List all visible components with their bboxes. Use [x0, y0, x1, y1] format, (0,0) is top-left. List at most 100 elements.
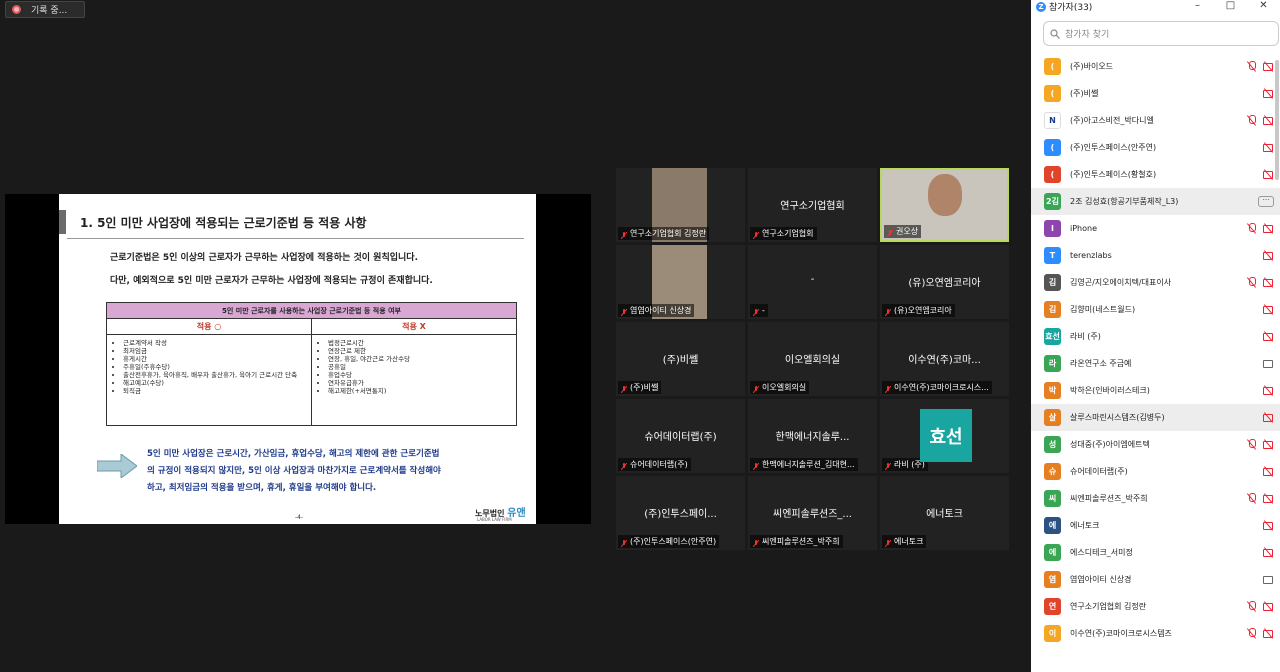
video-off-icon[interactable]: [1263, 277, 1274, 288]
video-tile[interactable]: 이수연(주)코마... 이수연(주)코마이크로시스...: [880, 322, 1009, 396]
meeting-stage: 기록 중... 1. 5인 미만 사업장에 적용되는 근로기준법 등 적용 사항…: [0, 0, 1031, 672]
close-button[interactable]: ✕: [1247, 0, 1280, 13]
tile-name-label: 염염아이티 신상경: [618, 304, 695, 317]
mic-muted-icon[interactable]: [1246, 61, 1257, 72]
mic-muted-icon: [620, 461, 628, 471]
video-off-icon[interactable]: [1263, 223, 1274, 234]
participant-row[interactable]: 효선 라비 (주): [1031, 323, 1280, 350]
participant-row[interactable]: 박 박하은(인바이러스테크): [1031, 377, 1280, 404]
mic-muted-icon[interactable]: [1246, 493, 1257, 504]
participant-avatar: 에: [1044, 544, 1061, 561]
participant-row[interactable]: Tterenzlabs: [1031, 242, 1280, 269]
video-off-icon[interactable]: [1263, 169, 1274, 180]
participant-row[interactable]: 씨 씨엔피솔루션즈_박주희: [1031, 485, 1280, 512]
participant-row[interactable]: 이 이수연(주)코마이크로시스템즈: [1031, 620, 1280, 647]
not-applies-list: 법정근로시간연장근로 제한연장, 휴일, 야간근로 가산수당공휴일휴업수당연차유…: [312, 335, 516, 425]
participant-search-input[interactable]: 참가자 찾기: [1043, 21, 1279, 46]
mic-muted-icon[interactable]: [1246, 277, 1257, 288]
maximize-button[interactable]: □: [1214, 0, 1247, 13]
video-off-icon[interactable]: [1263, 61, 1274, 72]
shared-screen[interactable]: 1. 5인 미만 사업장에 적용되는 근로기준법 등 적용 사항 근로기준법은 …: [5, 194, 591, 524]
col-not-applies: 적용 X: [402, 322, 426, 331]
tile-label-text: 에너토크: [894, 537, 924, 546]
mic-muted-icon[interactable]: [1246, 628, 1257, 639]
video-tile[interactable]: (유)오연엠코리아 (유)오연엠코리아: [880, 245, 1009, 319]
video-off-icon[interactable]: [1263, 547, 1274, 558]
participant-status-icons: [1263, 520, 1274, 531]
video-on-icon[interactable]: [1263, 574, 1274, 585]
video-tile[interactable]: 에너토크 에너토크: [880, 476, 1009, 550]
panel-scrollbar[interactable]: [1275, 60, 1279, 180]
not-applies-item: 연장, 휴일, 야간근로 가산수당: [328, 355, 516, 363]
participant-avatar: 이: [1044, 625, 1061, 642]
video-tile[interactable]: 염염아이티 신상경: [616, 245, 745, 319]
participant-row[interactable]: 2김 2조 김성효(항공기부품제작_L3) ···: [1031, 188, 1280, 215]
tile-label-text: (주)비쎌: [630, 383, 659, 392]
video-off-icon[interactable]: [1263, 601, 1274, 612]
video-off-icon[interactable]: [1263, 115, 1274, 126]
video-off-icon[interactable]: [1263, 142, 1274, 153]
video-tile[interactable]: 이오엘회의실 이오엘회의실: [748, 322, 877, 396]
video-off-icon[interactable]: [1263, 88, 1274, 99]
tile-label-text: 염염아이티 신상경: [630, 306, 692, 315]
video-on-icon[interactable]: [1263, 358, 1274, 369]
video-tile[interactable]: 권오상: [880, 168, 1009, 242]
mic-muted-icon[interactable]: [1246, 439, 1257, 450]
tile-name-label: 연구소기업협회: [750, 227, 817, 240]
video-tile[interactable]: (주)인투스페이... (주)인투스페이스(안주연): [616, 476, 745, 550]
participant-row[interactable]: 라 라온연구소 주금예: [1031, 350, 1280, 377]
video-tile[interactable]: 한맥에너지솔루... 한맥에너지솔루션_김대현...: [748, 399, 877, 473]
participant-row[interactable]: 슈 슈어데이터랩(주): [1031, 458, 1280, 485]
participants-panel: Z 참가자(33) – □ ✕ 참가자 찾기 ((주)바이오드 ((주)비쎌 N (주…: [1031, 0, 1280, 672]
video-tile[interactable]: 연구소기업협회 연구소기업협회: [748, 168, 877, 242]
participant-name: 연구소기업협회 김정란: [1070, 602, 1147, 611]
video-off-icon[interactable]: [1263, 304, 1274, 315]
not-applies-item: 공휴일: [328, 363, 516, 371]
video-off-icon[interactable]: [1263, 628, 1274, 639]
video-off-icon[interactable]: [1263, 466, 1274, 477]
video-off-icon[interactable]: [1263, 520, 1274, 531]
participant-name: 에스디테크_서미정: [1070, 548, 1133, 557]
note-line-3: 하고, 최저임금의 적용을 받으며, 휴게, 휴일을 부여해야 합니다.: [147, 483, 377, 493]
video-off-icon[interactable]: [1263, 493, 1274, 504]
participant-row[interactable]: 에 에스디테크_서미정: [1031, 539, 1280, 566]
video-tile[interactable]: 씨엔피솔루션즈_... 씨엔피솔루션즈_박주희: [748, 476, 877, 550]
video-off-icon[interactable]: [1263, 439, 1274, 450]
video-tile[interactable]: 슈어데이터랩(주) 슈어데이터랩(주): [616, 399, 745, 473]
slide-page-number: -4-: [295, 514, 304, 521]
participant-row[interactable]: ((주)비쎌: [1031, 80, 1280, 107]
participant-row[interactable]: 김 김영곤/지오에이치텍/대표이사: [1031, 269, 1280, 296]
slide-paragraph-1: 근로기준법은 5인 이상의 근로자가 근무하는 사업장에 적용하는 것이 원칙입…: [110, 253, 418, 263]
note-line-2: 의 규정이 적용되지 않지만, 5인 이상 사업장과 마찬가지로 근로계약서를 …: [147, 466, 441, 476]
minimize-button[interactable]: –: [1181, 0, 1214, 13]
participant-name: 이수연(주)코마이크로시스템즈: [1070, 629, 1172, 638]
participant-row[interactable]: 김 김향미(네스트월드): [1031, 296, 1280, 323]
more-options-button[interactable]: ···: [1258, 196, 1274, 207]
participant-name: (주)바이오드: [1070, 62, 1114, 71]
mic-muted-icon[interactable]: [1246, 223, 1257, 234]
participant-row[interactable]: 성 성대중(주)아이엠에트텍: [1031, 431, 1280, 458]
participant-row[interactable]: ((주)인투스페이스(안주연): [1031, 134, 1280, 161]
mic-muted-icon[interactable]: [1246, 115, 1257, 126]
participant-row[interactable]: 에 에너토크: [1031, 512, 1280, 539]
recording-indicator[interactable]: 기록 중...: [5, 1, 85, 18]
video-off-icon[interactable]: [1263, 250, 1274, 261]
tile-name-label: 권오상: [884, 225, 922, 238]
participant-row[interactable]: ((주)바이오드: [1031, 53, 1280, 80]
video-tile[interactable]: --: [748, 245, 877, 319]
participant-avatar: 박: [1044, 382, 1061, 399]
mic-muted-icon[interactable]: [1246, 601, 1257, 612]
participant-row[interactable]: ((주)인투스페이스(황철호): [1031, 161, 1280, 188]
participant-list: ((주)바이오드 ((주)비쎌 N (주)아고스비전_박다니엘 ((주)인투스페이스(안…: [1031, 53, 1280, 647]
video-tile[interactable]: (주)비쎌 (주)비쎌: [616, 322, 745, 396]
participant-row[interactable]: 연 연구소기업협회 김정란: [1031, 593, 1280, 620]
mic-muted-icon: [752, 384, 760, 394]
participant-row[interactable]: N (주)아고스비전_박다니엘: [1031, 107, 1280, 134]
video-tile[interactable]: 연구소기업협회 김정란: [616, 168, 745, 242]
video-off-icon[interactable]: [1263, 331, 1274, 342]
participant-row[interactable]: IiPhone: [1031, 215, 1280, 242]
participant-row[interactable]: 염 염염아이티 신상경: [1031, 566, 1280, 593]
participant-row[interactable]: 살 살루스마린시스템즈(김병두): [1031, 404, 1280, 431]
video-off-icon[interactable]: [1263, 385, 1274, 396]
video-off-icon[interactable]: [1263, 412, 1274, 423]
